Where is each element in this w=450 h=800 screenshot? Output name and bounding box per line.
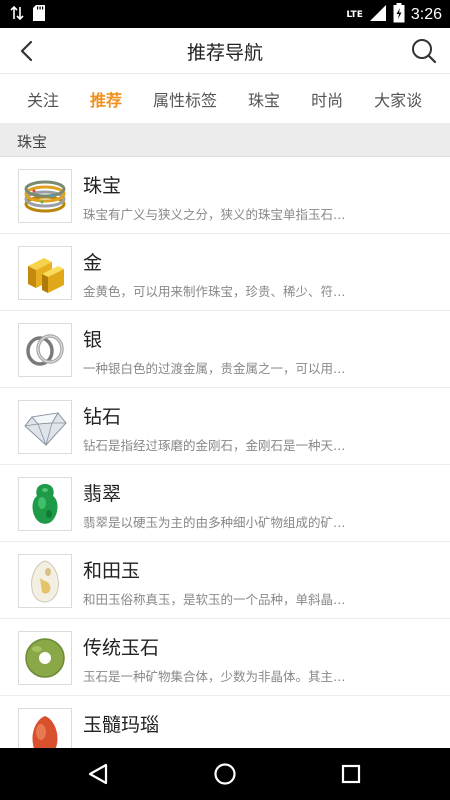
tab-fashion[interactable]: 时尚 [311, 87, 343, 111]
list-item[interactable]: 和田玉 和田玉俗称真玉，是软玉的一个品种，单斜晶… [0, 542, 450, 619]
battery-charging-icon [393, 3, 405, 27]
tab-attribute-tags[interactable]: 属性标签 [153, 87, 217, 111]
topic-list: 珠宝 珠宝有广义与狭义之分，狭义的珠宝单指玉石… 金 金黄色，可以用来制作珠宝，… [0, 157, 450, 748]
clock: 3:26 [410, 6, 442, 23]
sd-card-icon [32, 4, 46, 26]
list-item[interactable]: 珠宝 珠宝有广义与狭义之分，狭义的珠宝单指玉石… [0, 157, 450, 234]
item-name: 传统玉石 [83, 637, 160, 659]
tab-jewelry[interactable]: 珠宝 [248, 87, 280, 111]
item-description: 一种银白色的过渡金属，贵金属之一，可以用… [83, 361, 346, 376]
section-header: 珠宝 [0, 123, 450, 157]
thumbnail-silver [18, 323, 72, 377]
item-description: 和田玉俗称真玉，是软玉的一个品种，单斜晶… [83, 592, 346, 607]
thumbnail-jewelry [18, 169, 72, 223]
item-description: 翡翠是以硬玉为主的由多种细小矿物组成的矿… [83, 515, 346, 530]
thumbnail-diamond [18, 400, 72, 454]
system-nav-bar [0, 748, 450, 800]
list-item[interactable]: 传统玉石 玉石是一种矿物集合体，少数为非晶体。其主… [0, 619, 450, 696]
data-transfer-icon [10, 5, 24, 25]
list-item[interactable]: 钻石 钻石是指经过琢磨的金刚石，金刚石是一种天… [0, 388, 450, 465]
tab-discussion[interactable]: 大家谈 [374, 87, 422, 111]
item-name: 银 [83, 329, 103, 351]
section-title: 珠宝 [17, 133, 48, 151]
item-name: 钻石 [83, 406, 122, 428]
network-label: LTE [346, 10, 363, 20]
thumbnail-hetian-jade [18, 554, 72, 608]
item-name: 玉髓玛瑙 [83, 714, 160, 736]
list-item[interactable]: 金 金黄色，可以用来制作珠宝，珍贵、稀少、符… [0, 234, 450, 311]
back-triangle-icon[interactable] [84, 760, 112, 788]
list-item[interactable]: 银 一种银白色的过渡金属，贵金属之一，可以用… [0, 311, 450, 388]
thumbnail-agate [18, 708, 72, 748]
item-name: 和田玉 [83, 560, 141, 582]
list-item[interactable]: 玉髓玛瑙 [0, 696, 450, 748]
title-bar: 推荐导航 [0, 28, 450, 74]
page-title: 推荐导航 [186, 42, 263, 64]
category-tabs: 关注 推荐 属性标签 珠宝 时尚 大家谈 晒 [0, 75, 450, 123]
item-name: 翡翠 [83, 483, 122, 505]
recents-square-icon[interactable] [337, 760, 365, 788]
tab-recommend[interactable]: 推荐 [90, 87, 122, 111]
thumbnail-jadeite [18, 477, 72, 531]
thumbnail-jade-disc [18, 631, 72, 685]
tab-follow[interactable]: 关注 [27, 87, 59, 111]
search-icon[interactable] [410, 37, 438, 65]
home-circle-icon[interactable] [211, 760, 239, 788]
item-description: 钻石是指经过琢磨的金刚石，金刚石是一种天… [83, 438, 346, 453]
item-name: 金 [83, 252, 103, 274]
item-description: 金黄色，可以用来制作珠宝，珍贵、稀少、符… [83, 284, 346, 299]
thumbnail-gold [18, 246, 72, 300]
signal-icon [369, 4, 387, 26]
list-item[interactable]: 翡翠 翡翠是以硬玉为主的由多种细小矿物组成的矿… [0, 465, 450, 542]
item-description: 玉石是一种矿物集合体，少数为非晶体。其主… [83, 669, 346, 684]
status-bar: LTE 3:26 [0, 0, 450, 28]
item-description: 珠宝有广义与狭义之分，狭义的珠宝单指玉石… [83, 207, 346, 222]
item-name: 珠宝 [83, 175, 122, 197]
